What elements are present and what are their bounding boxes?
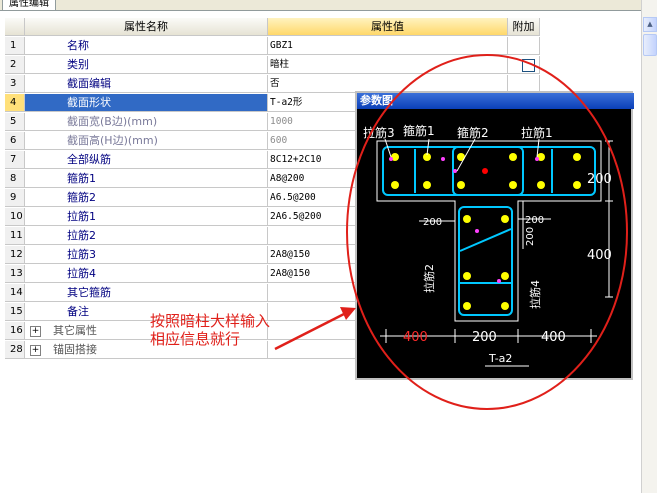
property-name-text: 锚固搭接 bbox=[53, 343, 97, 356]
parameter-diagram-window: 参数图 拉筋3 箍筋1 箍筋2 拉筋1 200 400 200 200 200 … bbox=[355, 91, 634, 380]
dim-bottom-right: 400 bbox=[541, 330, 566, 345]
row-number: 3 bbox=[5, 75, 25, 93]
property-name-text: 拉筋2 bbox=[67, 229, 96, 242]
row-number: 4 bbox=[5, 94, 25, 112]
dim-inner-width-2: 200 bbox=[525, 215, 544, 226]
row-number: 7 bbox=[5, 151, 25, 169]
row-number: 15 bbox=[5, 303, 25, 321]
header-property-value[interactable]: 属性值 bbox=[268, 18, 508, 36]
centroid-marker bbox=[482, 168, 488, 174]
row-number: 14 bbox=[5, 284, 25, 302]
row-number: 2 bbox=[5, 56, 25, 74]
property-name-text: 全部纵筋 bbox=[67, 153, 111, 166]
property-name-text: 备注 bbox=[67, 305, 89, 318]
label-tie-4: 拉筋4 bbox=[528, 280, 542, 309]
row-number: 10 bbox=[5, 208, 25, 226]
property-name[interactable]: 全部纵筋 bbox=[25, 151, 268, 169]
property-name[interactable]: 其它箍筋 bbox=[25, 284, 268, 302]
annotation-line-1: 按照暗柱大样输入 bbox=[150, 312, 271, 330]
property-name[interactable]: 名称 bbox=[25, 37, 268, 55]
dim-bottom-mid: 200 bbox=[472, 330, 497, 345]
row-number: 13 bbox=[5, 265, 25, 283]
property-name-text: 截面形状 bbox=[67, 96, 111, 109]
dim-top-height: 200 bbox=[587, 172, 612, 187]
dim-inner-height: 200 bbox=[525, 227, 536, 246]
annotation-line-2: 相应信息就行 bbox=[150, 330, 241, 348]
parameter-diagram-title: 参数图 bbox=[357, 93, 634, 109]
header-property-name[interactable]: 属性名称 bbox=[25, 18, 268, 36]
property-name-text: 拉筋4 bbox=[67, 267, 96, 280]
row-number: 11 bbox=[5, 227, 25, 245]
property-name-text: 箍筋2 bbox=[67, 191, 96, 204]
label-tie-2: 拉筋2 bbox=[422, 264, 436, 293]
t-shape-section-diagram: 拉筋3 箍筋1 箍筋2 拉筋1 200 400 200 200 200 拉筋2 … bbox=[363, 123, 613, 367]
property-name-text: 名称 bbox=[67, 39, 89, 52]
row-number: 8 bbox=[5, 170, 25, 188]
tie-2-shape bbox=[459, 228, 512, 252]
property-name[interactable]: 截面高(H边)(mm) bbox=[25, 132, 268, 150]
property-name-text: 箍筋1 bbox=[67, 172, 96, 185]
row-number: 1 bbox=[5, 37, 25, 55]
red-annotation-note: 按照暗柱大样输入 相应信息就行 bbox=[150, 312, 270, 348]
extra-cell bbox=[508, 37, 540, 55]
label-stirrup-1: 箍筋1 bbox=[403, 123, 435, 138]
property-name-text: 拉筋3 bbox=[67, 248, 96, 261]
property-name[interactable]: 截面形状 bbox=[25, 94, 268, 112]
row-number: 28 bbox=[5, 341, 25, 359]
property-name[interactable]: 截面编辑 bbox=[25, 75, 268, 93]
property-name-text: 类别 bbox=[67, 58, 89, 71]
property-name[interactable]: 拉筋2 bbox=[25, 227, 268, 245]
property-name-text: 截面高(H边)(mm) bbox=[67, 134, 158, 147]
row-number: 9 bbox=[5, 189, 25, 207]
dim-side-height: 400 bbox=[587, 248, 612, 263]
tab-bar: 属性编辑 bbox=[0, 0, 641, 11]
property-name[interactable]: 箍筋2 bbox=[25, 189, 268, 207]
property-name-text: 其它箍筋 bbox=[67, 286, 111, 299]
shape-name-caption: T-a2 bbox=[488, 352, 512, 365]
property-value[interactable]: GBZ1 bbox=[268, 37, 508, 55]
property-name[interactable]: 箍筋1 bbox=[25, 170, 268, 188]
header-extra[interactable]: 附加 bbox=[508, 18, 540, 36]
scroll-up-button[interactable]: ▲ bbox=[643, 17, 657, 32]
property-name-text: 截面宽(B边)(mm) bbox=[67, 115, 158, 128]
property-name-text: 截面编辑 bbox=[67, 77, 111, 90]
vertical-scrollbar[interactable]: ▲ bbox=[641, 0, 657, 493]
scroll-thumb[interactable] bbox=[643, 34, 657, 56]
property-value[interactable]: 暗柱 bbox=[268, 56, 508, 74]
property-name[interactable]: 拉筋4 bbox=[25, 265, 268, 283]
expand-icon[interactable]: + bbox=[30, 326, 41, 337]
property-name[interactable]: 拉筋1 bbox=[25, 208, 268, 226]
dim-inner-width-1: 200 bbox=[423, 217, 442, 228]
extra-cell[interactable] bbox=[508, 56, 540, 74]
property-name-text: 拉筋1 bbox=[67, 210, 96, 223]
header-row-number bbox=[5, 18, 25, 36]
extra-checkbox[interactable] bbox=[522, 59, 535, 72]
label-tie-1: 拉筋1 bbox=[521, 125, 553, 140]
stirrup-web-shape bbox=[458, 206, 513, 316]
label-stirrup-2: 箍筋2 bbox=[457, 125, 489, 140]
property-name[interactable]: 拉筋3 bbox=[25, 246, 268, 264]
property-name-text: 其它属性 bbox=[53, 324, 97, 337]
row-number: 12 bbox=[5, 246, 25, 264]
dim-bottom-left: 400 bbox=[403, 330, 428, 345]
section-outline bbox=[376, 140, 602, 322]
tab-property-editor[interactable]: 属性编辑 bbox=[2, 0, 56, 10]
row-number: 5 bbox=[5, 113, 25, 131]
property-name[interactable]: 截面宽(B边)(mm) bbox=[25, 113, 268, 131]
label-tie-3: 拉筋3 bbox=[363, 125, 395, 140]
property-name[interactable]: 类别 bbox=[25, 56, 268, 74]
expand-icon[interactable]: + bbox=[30, 345, 41, 356]
row-number: 6 bbox=[5, 132, 25, 150]
row-number: 16 bbox=[5, 322, 25, 340]
